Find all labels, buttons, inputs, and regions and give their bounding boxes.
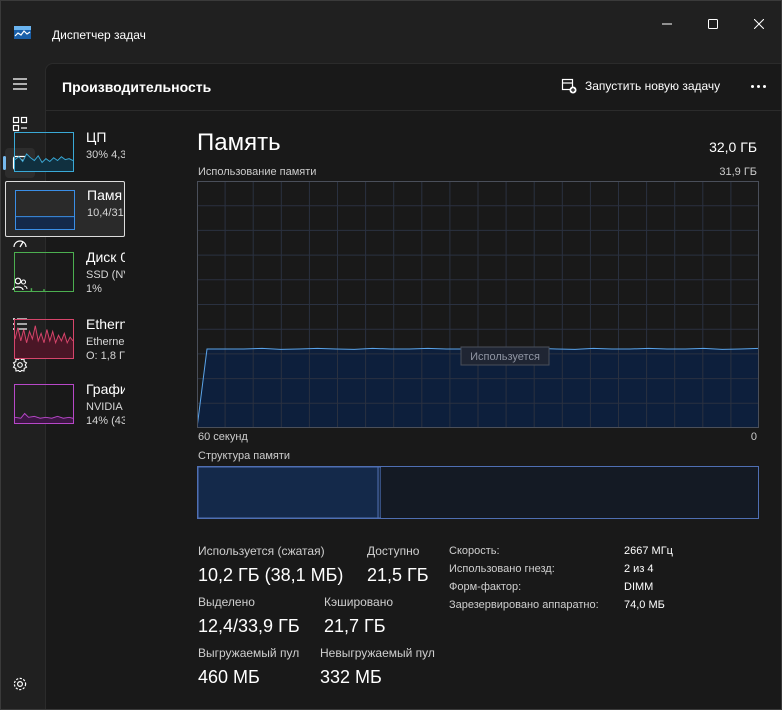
in-use-label: Используется (сжатая): [198, 544, 325, 558]
device-ethernet-name: Ethern: [86, 316, 125, 332]
in-use-tooltip: Используется: [470, 351, 540, 363]
memory-in-use-segment: [197, 466, 379, 519]
close-button[interactable]: [736, 9, 781, 39]
window-title: Диспетчер задач: [52, 28, 146, 42]
spec-slots-value: 2 из 4: [624, 563, 654, 575]
title-bar: Диспетчер задач: [1, 1, 781, 49]
cached-label: Кэшировано: [324, 595, 394, 609]
spec-reserved-label: Зарезервировано аппаратно:: [449, 599, 599, 611]
device-cpu-usage: 30% 4,3: [86, 149, 125, 161]
gpu-thumbnail-graph: [14, 384, 74, 424]
available-value: 21,5 ГБ: [367, 565, 429, 585]
nonpaged-pool-label: Невыгружаемый пул: [320, 646, 435, 660]
device-disk[interactable]: Диск 0 SSD (NV 1%: [5, 244, 125, 300]
memory-thumbnail-graph: [15, 190, 75, 230]
graph-axis-right-label: 0: [750, 431, 757, 443]
device-gpu-model: NVIDIA: [86, 401, 123, 413]
device-disk-name: Диск 0: [86, 249, 125, 265]
device-memory[interactable]: Памя 10,4/31,: [5, 181, 125, 237]
memory-total: 32,0 ГБ: [709, 139, 757, 155]
hamburger-menu-icon: [13, 78, 27, 90]
device-cpu[interactable]: ЦП 30% 4,3: [5, 124, 125, 180]
committed-label: Выделено: [198, 595, 255, 609]
device-ethernet-throughput: О: 1,8 Г: [86, 350, 125, 362]
maximize-icon: [708, 19, 718, 29]
run-new-task-icon: [561, 78, 577, 94]
graph-grid: [197, 181, 759, 428]
device-gpu-usage: 14% (43: [86, 415, 125, 427]
maximize-button[interactable]: [690, 9, 736, 39]
device-ethernet[interactable]: Ethern Etherne О: 1,8 Г: [5, 311, 125, 367]
memory-title: Память: [197, 129, 281, 156]
memory-standby-segment: [381, 467, 758, 518]
memory-usage-graph: Используется: [197, 181, 759, 428]
device-ethernet-adapter: Etherne: [86, 336, 125, 348]
nav-settings[interactable]: [5, 669, 35, 699]
more-options-button[interactable]: [746, 75, 770, 97]
paged-pool-value: 460 МБ: [198, 667, 260, 687]
available-label: Доступно: [367, 544, 420, 558]
device-disk-usage: 1%: [86, 283, 102, 295]
header-divider: [46, 110, 781, 111]
memory-usage-label: Использование памяти: [198, 166, 317, 178]
spec-slots-label: Использовано гнезд:: [449, 563, 555, 575]
device-memory-usage: 10,4/31,: [87, 207, 125, 219]
task-manager-app-icon: [14, 26, 31, 39]
memory-usage-max: 31,9 ГБ: [719, 166, 757, 178]
page-title: Производительность: [62, 79, 212, 95]
minimize-icon: [662, 23, 672, 25]
graph-axis-left-label: 60 секунд: [198, 431, 248, 443]
close-icon: [754, 19, 764, 29]
spec-speed-value: 2667 МГц: [624, 545, 673, 557]
settings-icon: [13, 677, 27, 691]
device-cpu-name: ЦП: [86, 129, 107, 145]
ethernet-thumbnail-graph: [14, 319, 74, 359]
memory-composition-bar: [197, 466, 759, 519]
spec-form-factor-value: DIMM: [624, 581, 654, 593]
task-manager-window: Диспетчер задач Производительность Запус…: [0, 0, 782, 710]
spec-speed-label: Скорость:: [449, 545, 500, 557]
device-disk-type: SSD (NV: [86, 269, 125, 281]
device-gpu[interactable]: Графи NVIDIA 14% (43: [5, 376, 125, 432]
device-memory-name: Памя: [87, 187, 123, 203]
nav-menu-button[interactable]: [5, 69, 35, 99]
spec-reserved-value: 74,0 МБ: [624, 599, 665, 611]
committed-value: 12,4/33,9 ГБ: [198, 616, 300, 636]
minimize-button[interactable]: [644, 9, 690, 39]
cached-value: 21,7 ГБ: [324, 616, 386, 636]
more-icon: [750, 84, 754, 88]
run-new-task-button[interactable]: Запустить новую задачу: [561, 75, 720, 97]
memory-structure-label: Структура памяти: [198, 450, 291, 462]
device-gpu-name: Графи: [86, 381, 125, 397]
run-new-task-label: Запустить новую задачу: [585, 79, 721, 93]
memory-modified-segment: [377, 466, 382, 519]
spec-form-factor-label: Форм-фактор:: [449, 581, 522, 593]
paged-pool-label: Выгружаемый пул: [198, 646, 300, 660]
cpu-thumbnail-graph: [14, 132, 74, 172]
disk-thumbnail-graph: [14, 252, 74, 292]
in-use-value: 10,2 ГБ (38,1 МБ): [198, 565, 344, 585]
nonpaged-pool-value: 332 МБ: [320, 667, 382, 687]
